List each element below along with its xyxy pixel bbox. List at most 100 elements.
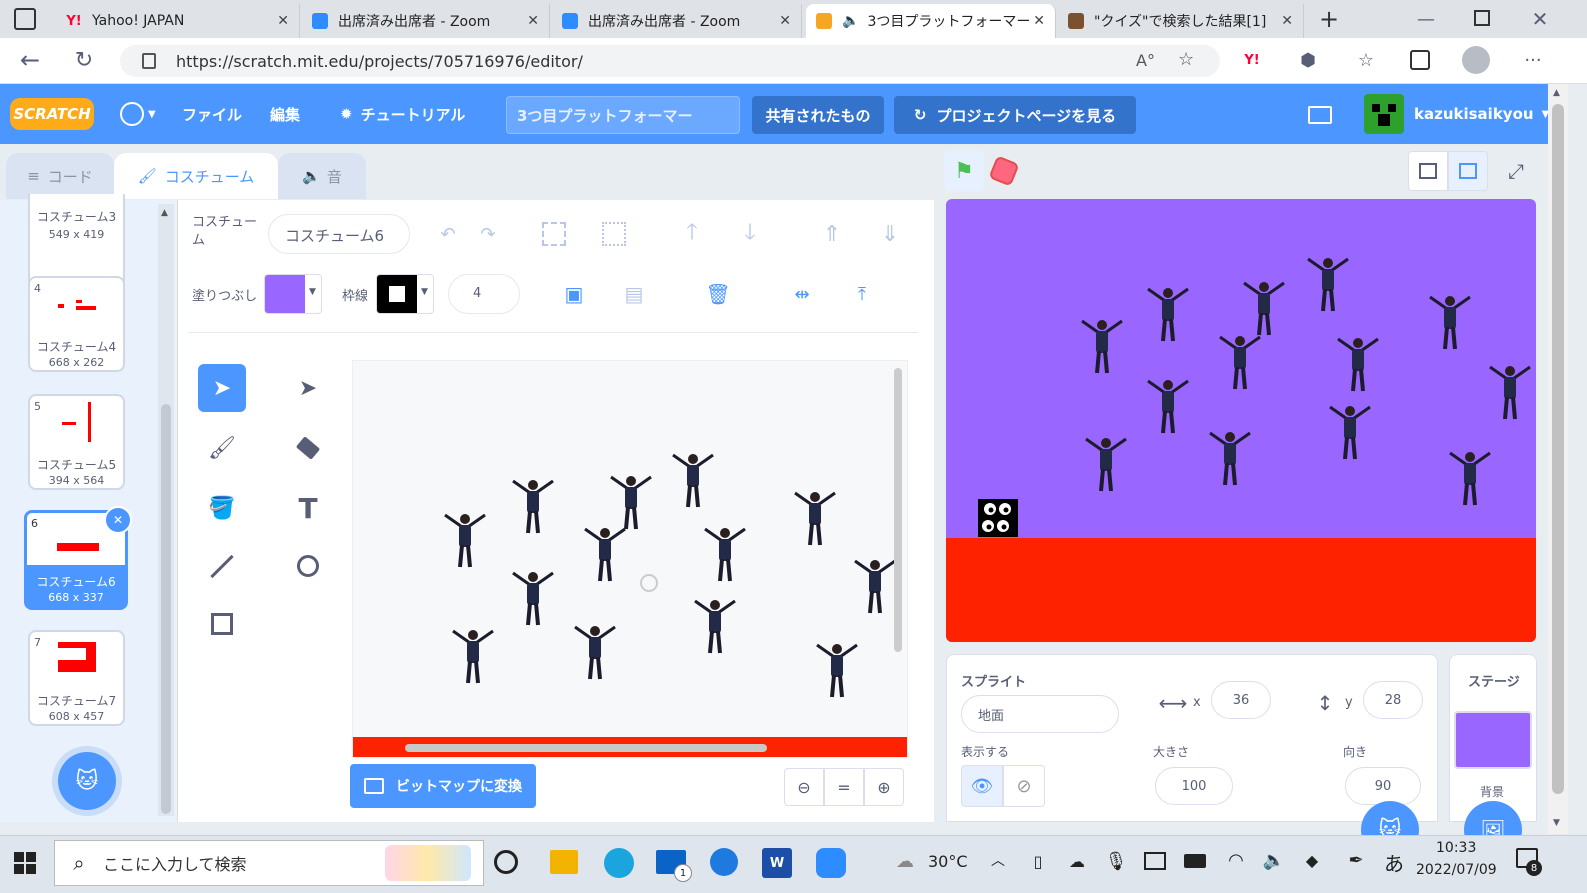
volume-icon[interactable]: 🔈 xyxy=(1262,848,1286,872)
ungroup-icon[interactable] xyxy=(602,222,626,246)
tab-code[interactable]: ≡ コード xyxy=(6,153,114,199)
my-stuff-folder-icon[interactable] xyxy=(1308,106,1332,124)
fill-tool[interactable]: 🪣 xyxy=(198,484,246,532)
paint-canvas[interactable] xyxy=(352,360,908,758)
redo-icon[interactable]: ↷ xyxy=(474,222,502,246)
canvas-horizontal-scrollbar[interactable] xyxy=(405,744,767,752)
windows-start-icon[interactable] xyxy=(14,852,36,874)
browser-tab-active[interactable]: 🔈 3つ目プラットフォーマー ✕ xyxy=(806,4,1056,38)
delete-costume-icon[interactable]: ✕ xyxy=(104,506,132,534)
close-tab-icon[interactable]: ✕ xyxy=(779,13,791,29)
zoom-app-icon[interactable] xyxy=(816,848,846,878)
onedrive-icon[interactable]: ☁ xyxy=(1064,850,1090,872)
eraser-tool[interactable] xyxy=(284,424,332,472)
url-bar[interactable]: https://scratch.mit.edu/projects/7057169… xyxy=(120,45,1220,77)
taskbar-search-box[interactable]: ⌕ ここに入力して検索 xyxy=(54,840,484,886)
backward-icon[interactable]: 🡓 xyxy=(736,220,764,248)
battery-icon[interactable] xyxy=(1184,854,1206,868)
costume-list-scrollbar[interactable]: ▲ xyxy=(158,204,174,816)
flip-vertical-icon[interactable]: ⤒ xyxy=(848,280,876,308)
close-tab-icon[interactable]: ✕ xyxy=(527,13,539,29)
undo-icon[interactable]: ↶ xyxy=(434,222,462,246)
costume-tile[interactable]: 5 コスチューム5 394 x 564 xyxy=(28,394,125,490)
microphone-icon[interactable]: 🎙 xyxy=(1105,848,1128,874)
shared-button[interactable]: 共有されたもの xyxy=(752,96,884,134)
edge-icon[interactable] xyxy=(604,848,634,878)
weather-temp[interactable]: 30°C xyxy=(928,852,968,871)
y-input[interactable]: 28 xyxy=(1363,681,1423,719)
select-tool[interactable]: ➤ xyxy=(198,364,246,412)
file-menu[interactable]: ファイル xyxy=(182,84,242,144)
minimize-icon[interactable]: — xyxy=(1414,8,1438,30)
clock-time[interactable]: 10:33 xyxy=(1436,840,1476,856)
fill-color-picker[interactable]: ▼ xyxy=(264,274,322,314)
front-icon[interactable]: ⇑ xyxy=(818,220,846,248)
paste-icon[interactable]: ▤ xyxy=(622,280,646,308)
file-explorer-icon[interactable] xyxy=(550,850,578,874)
circle-tool[interactable] xyxy=(284,542,332,590)
hide-sprite-eye-icon[interactable]: ⊘ xyxy=(1003,765,1045,807)
stage-thumbnail[interactable] xyxy=(1454,711,1532,769)
user-avatar[interactable] xyxy=(1364,94,1404,134)
favorites-icon[interactable]: ☆ xyxy=(1354,48,1378,72)
project-title-input[interactable]: 3つ目プラットフォーマー xyxy=(506,96,740,134)
close-tab-icon[interactable]: ✕ xyxy=(1033,13,1045,29)
canvas-vertical-scrollbar[interactable] xyxy=(894,368,902,652)
read-aloud-icon[interactable]: A° xyxy=(1136,51,1155,70)
line-tool[interactable] xyxy=(198,542,246,590)
tab-costumes[interactable]: 🖌 コスチューム xyxy=(114,153,278,199)
costume-name-input[interactable]: コスチューム6 xyxy=(268,214,410,254)
show-hidden-icons-icon[interactable]: ︿ xyxy=(988,850,1008,870)
show-sprite-eye-icon[interactable]: 👁 xyxy=(961,765,1003,807)
ime-indicator[interactable]: あ xyxy=(1384,848,1404,877)
page-scrollbar[interactable]: ▲ ▼ xyxy=(1548,84,1568,834)
refresh-icon[interactable]: ↻ xyxy=(70,46,98,74)
scratch-logo[interactable]: SCRATCH xyxy=(10,98,94,130)
size-input[interactable]: 100 xyxy=(1155,767,1233,805)
outline-color-picker[interactable]: ▼ xyxy=(376,274,434,314)
costume-tile[interactable]: 4 コスチューム4 668 x 262 xyxy=(28,276,125,372)
direction-input[interactable]: 90 xyxy=(1345,767,1421,805)
add-favorite-icon[interactable]: ☆ xyxy=(1178,49,1194,70)
notification-center-icon[interactable]: 8 xyxy=(1516,848,1542,876)
reshape-tool[interactable]: ➤ xyxy=(284,364,332,412)
convert-to-bitmap-button[interactable]: ビットマップに変換 xyxy=(350,764,536,808)
green-flag-button[interactable]: ⚑ xyxy=(944,151,984,191)
restore-icon[interactable] xyxy=(1474,10,1490,26)
outline-width-input[interactable]: 4 xyxy=(448,274,520,314)
display-icon[interactable] xyxy=(1144,852,1166,870)
tab-actions-icon[interactable] xyxy=(14,8,36,30)
stage[interactable] xyxy=(946,199,1536,642)
close-tab-icon[interactable]: ✕ xyxy=(277,13,289,29)
forward-icon[interactable]: 🡑 xyxy=(678,220,706,248)
delete-icon[interactable]: 🗑 xyxy=(705,280,730,308)
stop-button[interactable] xyxy=(988,155,1020,187)
sprite-name-input[interactable]: 地面 xyxy=(961,695,1119,733)
group-icon[interactable] xyxy=(542,222,566,246)
copy-icon[interactable]: ▣ xyxy=(562,280,586,308)
dropbox-icon[interactable]: ◆ xyxy=(1300,848,1324,872)
close-window-icon[interactable]: ✕ xyxy=(1528,6,1552,32)
see-project-page-button[interactable]: ↻ プロジェクトページを見る xyxy=(894,96,1136,134)
browser-tab[interactable]: "クイズ"で検索した結果[1] ✕ xyxy=(1058,4,1304,38)
edit-menu[interactable]: 編集 xyxy=(270,84,300,144)
browser-tab[interactable]: Y! Yahoo! JAPAN ✕ xyxy=(56,4,300,38)
yahoo-extension-icon[interactable]: Y! xyxy=(1240,50,1264,70)
cortana-icon[interactable] xyxy=(494,850,518,874)
zoom-in-icon[interactable]: ⊕ xyxy=(864,768,904,806)
mail-icon[interactable]: 1 xyxy=(656,850,692,882)
collections-icon[interactable] xyxy=(1410,50,1430,70)
large-stage-button[interactable] xyxy=(1448,151,1488,191)
tutorials-menu[interactable]: ✹ チュートリアル xyxy=(340,84,465,144)
word-icon[interactable]: W xyxy=(762,848,792,878)
weather-icon[interactable]: ☁ xyxy=(892,850,918,872)
device-icon[interactable]: ▯ xyxy=(1028,850,1048,872)
language-menu[interactable]: ▼ xyxy=(120,84,164,144)
rectangle-tool[interactable] xyxy=(198,600,246,648)
extensions-icon[interactable]: ⬢ xyxy=(1296,48,1320,72)
browser-tab[interactable]: 出席済み出席者 - Zoom ✕ xyxy=(552,4,802,38)
x-input[interactable]: 36 xyxy=(1211,681,1271,719)
account-menu[interactable]: kazukisaikyou ▼ xyxy=(1414,84,1549,144)
wifi-icon[interactable]: ◠ xyxy=(1224,848,1248,872)
flip-horizontal-icon[interactable]: ⇹ xyxy=(788,280,816,308)
